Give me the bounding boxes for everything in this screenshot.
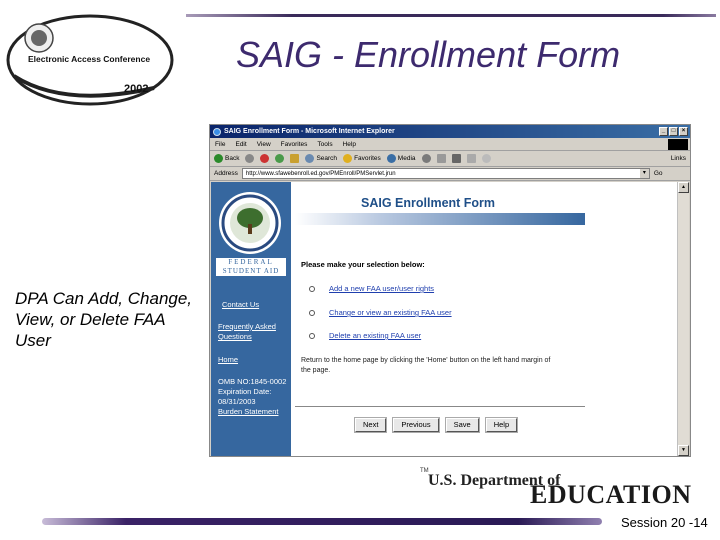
bottom-rule xyxy=(42,518,602,525)
discuss-icon xyxy=(481,154,491,163)
radio-change[interactable] xyxy=(309,309,315,316)
nav-home[interactable]: Home xyxy=(218,355,290,365)
print-button[interactable] xyxy=(451,154,461,163)
maximize-button[interactable]: □ xyxy=(669,127,678,136)
slide-title: SAIG - Enrollment Form xyxy=(236,34,621,75)
menu-view[interactable]: View xyxy=(257,138,271,150)
stop-icon xyxy=(260,154,270,163)
browser-title: SAIG Enrollment Form - Microsoft Interne… xyxy=(224,128,395,135)
menu-help[interactable]: Help xyxy=(343,138,356,150)
refresh-button[interactable] xyxy=(275,154,285,163)
top-rule xyxy=(186,14,716,17)
left-nav: FEDERAL STUDENT AID Contact Us Frequentl… xyxy=(211,182,291,456)
link-add-user[interactable]: Add a new FAA user/user rights xyxy=(329,284,434,293)
forward-arrow-icon xyxy=(245,154,255,163)
history-button[interactable] xyxy=(421,154,431,163)
link-change-user[interactable]: Change or view an existing FAA user xyxy=(329,308,452,317)
back-button[interactable]: Back xyxy=(214,154,239,163)
mail-icon xyxy=(436,154,446,163)
edit-button[interactable] xyxy=(466,154,476,163)
media-icon xyxy=(386,154,396,163)
federal-student-aid-logo: FEDERAL STUDENT AID xyxy=(216,258,286,276)
fsa-line1: FEDERAL xyxy=(228,258,274,266)
ie-icon xyxy=(213,128,221,136)
scroll-down-icon[interactable]: ▼ xyxy=(678,445,689,456)
home-icon xyxy=(290,154,300,163)
form-title: SAIG Enrollment Form xyxy=(361,196,496,210)
nav-contact-us[interactable]: Contact Us xyxy=(222,300,294,310)
logo-text: Electronic Access Conference xyxy=(28,54,151,64)
menu-favorites[interactable]: Favorites xyxy=(281,138,308,150)
media-button[interactable]: Media xyxy=(386,154,416,163)
edit-icon xyxy=(466,154,476,163)
nav-burden-statement[interactable]: Burden Statement xyxy=(218,407,290,417)
previous-button[interactable]: Previous xyxy=(393,418,439,432)
menu-bar: File Edit View Favorites Tools Help xyxy=(210,138,690,151)
radio-add[interactable] xyxy=(309,285,315,292)
side-caption: DPA Can Add, Change, View, or Delete FAA… xyxy=(15,289,193,350)
stop-button[interactable] xyxy=(260,154,270,163)
search-button[interactable]: Search xyxy=(305,154,337,163)
department-seal-icon xyxy=(216,190,284,256)
address-value: http://www.sfawebenroll.ed.gov/PMEnroll/… xyxy=(245,171,396,177)
divider xyxy=(295,406,585,407)
windows-logo-icon xyxy=(668,139,688,150)
address-label: Address xyxy=(214,170,238,177)
link-delete-user[interactable]: Delete an existing FAA user xyxy=(329,331,421,340)
radio-delete[interactable] xyxy=(309,332,315,339)
back-arrow-icon xyxy=(214,154,223,163)
form-buttons: Next Previous Save Help xyxy=(355,418,518,432)
fsa-line2: STUDENT AID xyxy=(222,267,280,275)
help-button[interactable]: Help xyxy=(485,418,518,432)
address-input[interactable]: http://www.sfawebenroll.ed.gov/PMEnroll/… xyxy=(241,168,650,179)
search-label: Search xyxy=(316,155,338,162)
nav-faq[interactable]: Frequently Asked Questions xyxy=(218,322,290,342)
option-change[interactable]: Change or view an existing FAA user xyxy=(309,308,452,317)
go-button[interactable]: Go xyxy=(654,170,663,177)
menu-tools[interactable]: Tools xyxy=(317,138,332,150)
refresh-icon xyxy=(275,154,285,163)
omb-info: OMB NO:1845-0002 Expiration Date: 08/31/… xyxy=(218,377,287,406)
home-note: Return to the home page by clicking the … xyxy=(301,357,551,374)
favorites-star-icon xyxy=(343,154,353,163)
toolbar: Back Search Favorites Media Links xyxy=(210,151,690,167)
discuss-button[interactable] xyxy=(481,154,491,163)
favorites-label: Favorites xyxy=(354,155,381,162)
back-label: Back xyxy=(225,155,240,162)
home-button[interactable] xyxy=(290,154,300,163)
option-delete[interactable]: Delete an existing FAA user xyxy=(309,331,421,340)
conference-logo: Electronic Access Conference 2002 xyxy=(4,8,182,106)
browser-titlebar: SAIG Enrollment Form - Microsoft Interne… xyxy=(210,125,690,138)
search-icon xyxy=(305,154,315,163)
page-content: FEDERAL STUDENT AID Contact Us Frequentl… xyxy=(211,182,678,456)
favorites-button[interactable]: Favorites xyxy=(343,154,381,163)
forward-button[interactable] xyxy=(245,154,255,163)
print-icon xyxy=(451,154,461,163)
links-button[interactable]: Links xyxy=(671,155,686,162)
minimize-button[interactable]: _ xyxy=(659,127,668,136)
history-icon xyxy=(421,154,431,163)
logo-education: EDUCATION xyxy=(530,480,692,509)
scroll-up-icon[interactable]: ▲ xyxy=(678,182,689,193)
vertical-scrollbar[interactable]: ▲ ▼ xyxy=(677,182,689,456)
address-bar: Address http://www.sfawebenroll.ed.gov/P… xyxy=(210,167,690,181)
mail-button[interactable] xyxy=(436,154,446,163)
address-dropdown-icon[interactable]: ▾ xyxy=(639,169,649,178)
menu-edit[interactable]: Edit xyxy=(235,138,246,150)
session-label: Session 20 -14 xyxy=(621,515,708,530)
close-button[interactable]: × xyxy=(679,127,688,136)
next-button[interactable]: Next xyxy=(355,418,387,432)
save-button[interactable]: Save xyxy=(445,418,479,432)
title-rule xyxy=(295,213,585,225)
menu-file[interactable]: File xyxy=(215,138,225,150)
option-add[interactable]: Add a new FAA user/user rights xyxy=(309,284,434,293)
selection-prompt: Please make your selection below: xyxy=(301,260,425,269)
media-label: Media xyxy=(397,155,416,162)
logo-year: 2002 xyxy=(124,83,149,95)
browser-window: SAIG Enrollment Form - Microsoft Interne… xyxy=(209,124,691,457)
us-department-of-education-logo: TM U.S. Department of EDUCATION xyxy=(420,468,702,510)
slide: Electronic Access Conference 2002 SAIG -… xyxy=(0,0,720,540)
